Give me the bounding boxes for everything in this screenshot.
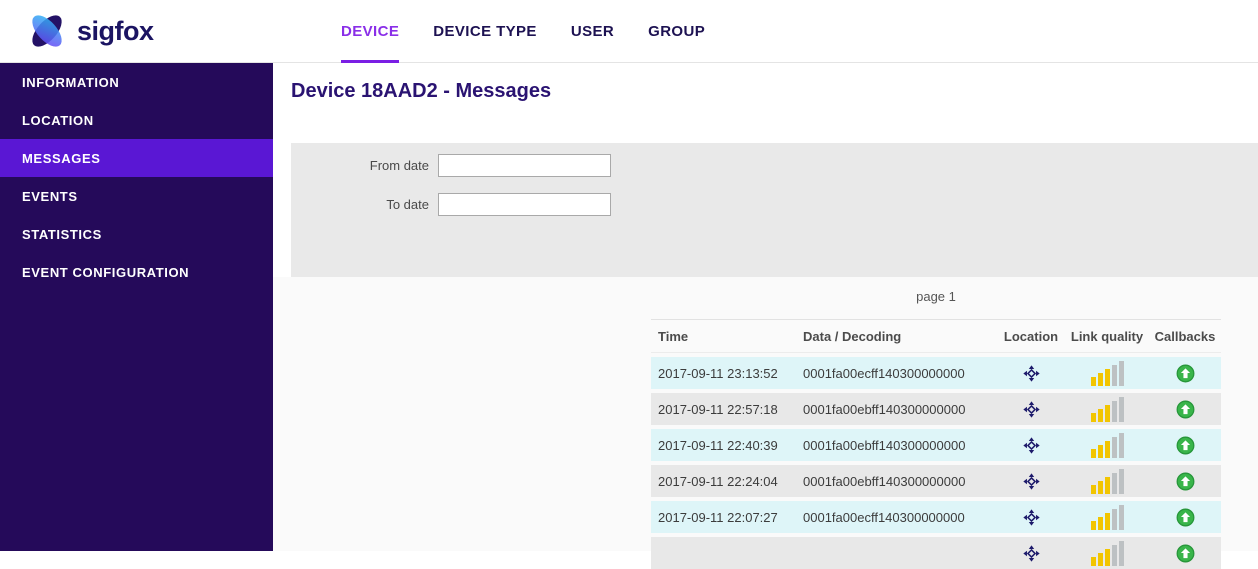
sidebar: INFORMATION LOCATION MESSAGES EVENTS STA…: [0, 63, 273, 551]
link-quality-bars: [1090, 432, 1124, 458]
location-move-icon[interactable]: [1022, 400, 1040, 418]
page-title: Device 18AAD2 - Messages: [291, 80, 552, 102]
sidebar-item-messages[interactable]: MESSAGES: [0, 139, 273, 177]
column-header-data: Data / Decoding: [803, 328, 902, 344]
butterfly-logo-icon: [24, 8, 70, 54]
location-move-icon[interactable]: [1022, 472, 1040, 490]
column-header-callbacks: Callbacks: [1154, 328, 1216, 344]
sidebar-item-statistics[interactable]: STATISTICS: [0, 215, 273, 253]
message-data: 0001fa00ebff140300000000: [803, 437, 966, 453]
sidebar-item-location[interactable]: LOCATION: [0, 101, 273, 139]
callback-uplink-icon: [1176, 472, 1195, 491]
location-move-icon[interactable]: [1022, 544, 1040, 562]
table-header-row: Time Data / Decoding Location Link quali…: [651, 320, 1221, 353]
from-date-input[interactable]: [438, 153, 611, 177]
table-row: 2017-09-11 22:40:39 0001fa00ebff14030000…: [651, 429, 1221, 461]
message-time: 2017-09-11 22:24:04: [658, 473, 778, 489]
tab-device[interactable]: DEVICE: [341, 0, 400, 63]
callback-uplink-icon: [1176, 364, 1195, 383]
message-time: 2017-09-11 22:07:27: [658, 509, 778, 525]
table-row: 2017-09-11 22:24:04 0001fa00ebff14030000…: [651, 465, 1221, 497]
message-data: 0001fa00ebff140300000000: [803, 473, 966, 489]
date-filter-panel: From date To date: [291, 143, 1258, 277]
link-quality-bars: [1090, 468, 1124, 494]
callback-uplink-icon: [1176, 508, 1195, 527]
brand-logo[interactable]: sigfox: [24, 8, 154, 54]
callback-uplink-icon: [1176, 436, 1195, 455]
column-header-location: Location: [1003, 328, 1059, 344]
sidebar-item-information[interactable]: INFORMATION: [0, 63, 273, 101]
table-row: 2017-09-11 22:07:27 0001fa00ecff14030000…: [651, 501, 1221, 533]
link-quality-bars: [1090, 360, 1124, 386]
message-time: 2017-09-11 22:57:18: [658, 401, 778, 417]
table-row: 2017-09-11 23:13:52 0001fa00ecff14030000…: [651, 357, 1221, 389]
location-move-icon[interactable]: [1022, 436, 1040, 454]
top-nav: DEVICE DEVICE TYPE USER GROUP: [341, 0, 705, 63]
sidebar-item-events[interactable]: EVENTS: [0, 177, 273, 215]
tab-group[interactable]: GROUP: [648, 0, 705, 63]
sidebar-item-event-configuration[interactable]: EVENT CONFIGURATION: [0, 253, 273, 291]
callback-uplink-icon: [1176, 400, 1195, 419]
table-row: [651, 537, 1221, 569]
location-move-icon[interactable]: [1022, 508, 1040, 526]
pagination-label: page 1: [916, 289, 956, 304]
message-time: 2017-09-11 23:13:52: [658, 365, 778, 381]
table-row: 2017-09-11 22:57:18 0001fa00ebff14030000…: [651, 393, 1221, 425]
tab-user[interactable]: USER: [571, 0, 614, 63]
location-move-icon[interactable]: [1022, 364, 1040, 382]
message-time: 2017-09-11 22:40:39: [658, 437, 778, 453]
brand-name: sigfox: [77, 15, 154, 46]
link-quality-bars: [1090, 396, 1124, 422]
link-quality-bars: [1090, 540, 1124, 566]
main-content: Device 18AAD2 - Messages From date To da…: [273, 63, 1258, 569]
from-date-label: From date: [369, 157, 429, 173]
column-header-time: Time: [658, 328, 689, 344]
to-date-label: To date: [386, 196, 429, 212]
to-date-input[interactable]: [438, 192, 611, 216]
top-header: sigfox DEVICE DEVICE TYPE USER GROUP: [0, 0, 1258, 63]
callback-uplink-icon: [1176, 544, 1195, 563]
link-quality-bars: [1090, 504, 1124, 530]
tab-device-type[interactable]: DEVICE TYPE: [433, 0, 537, 63]
messages-table: Time Data / Decoding Location Link quali…: [651, 319, 1221, 569]
messages-section: page 1 Time Data / Decoding Location Lin…: [273, 277, 1258, 569]
message-data: 0001fa00ecff140300000000: [803, 365, 965, 381]
column-header-link-quality: Link quality: [1070, 328, 1144, 344]
message-data: 0001fa00ebff140300000000: [803, 401, 966, 417]
message-data: 0001fa00ecff140300000000: [803, 509, 965, 525]
